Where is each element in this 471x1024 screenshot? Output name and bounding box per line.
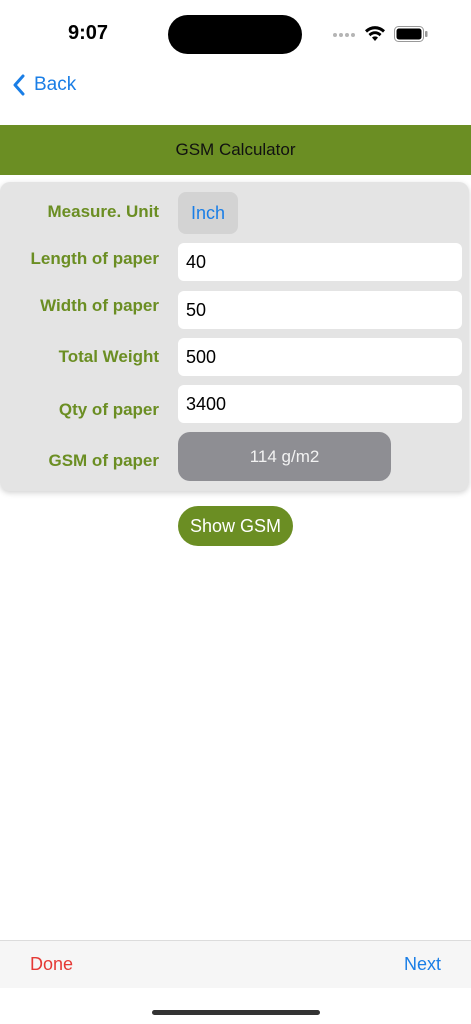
page-title: GSM Calculator [175, 140, 296, 159]
status-time: 9:07 [68, 22, 109, 44]
qty-input[interactable] [178, 385, 462, 423]
width-label: Width of paper [40, 296, 159, 315]
show-gsm-button[interactable]: Show GSM [178, 506, 293, 546]
bottom-toolbar: Done Next [0, 940, 471, 988]
title-bar: GSM Calculator [0, 125, 471, 175]
cellular-icon [333, 33, 355, 37]
home-indicator [152, 1010, 320, 1015]
length-label: Length of paper [30, 249, 159, 268]
unit-label: Measure. Unit [47, 202, 159, 221]
gsm-form-card: Measure. Unit Inch Length of paper Width… [0, 182, 469, 491]
back-button[interactable]: Back [12, 70, 76, 100]
status-bar: 9:07 [0, 0, 471, 60]
battery-icon [394, 26, 428, 42]
gsm-label: GSM of paper [48, 451, 159, 470]
done-button[interactable]: Done [30, 954, 73, 975]
gsm-result-display: 114 g/m2 [178, 432, 391, 481]
dynamic-island [168, 15, 302, 54]
back-label: Back [34, 74, 77, 95]
width-input[interactable] [178, 291, 462, 329]
qty-label: Qty of paper [58, 400, 159, 419]
length-input[interactable] [178, 243, 462, 281]
wifi-icon [365, 26, 385, 41]
next-button[interactable]: Next [404, 954, 441, 975]
weight-label: Total Weight [58, 347, 159, 366]
chevron-left-icon [13, 74, 25, 96]
weight-input[interactable] [178, 338, 462, 376]
unit-select-button[interactable]: Inch [178, 192, 238, 234]
